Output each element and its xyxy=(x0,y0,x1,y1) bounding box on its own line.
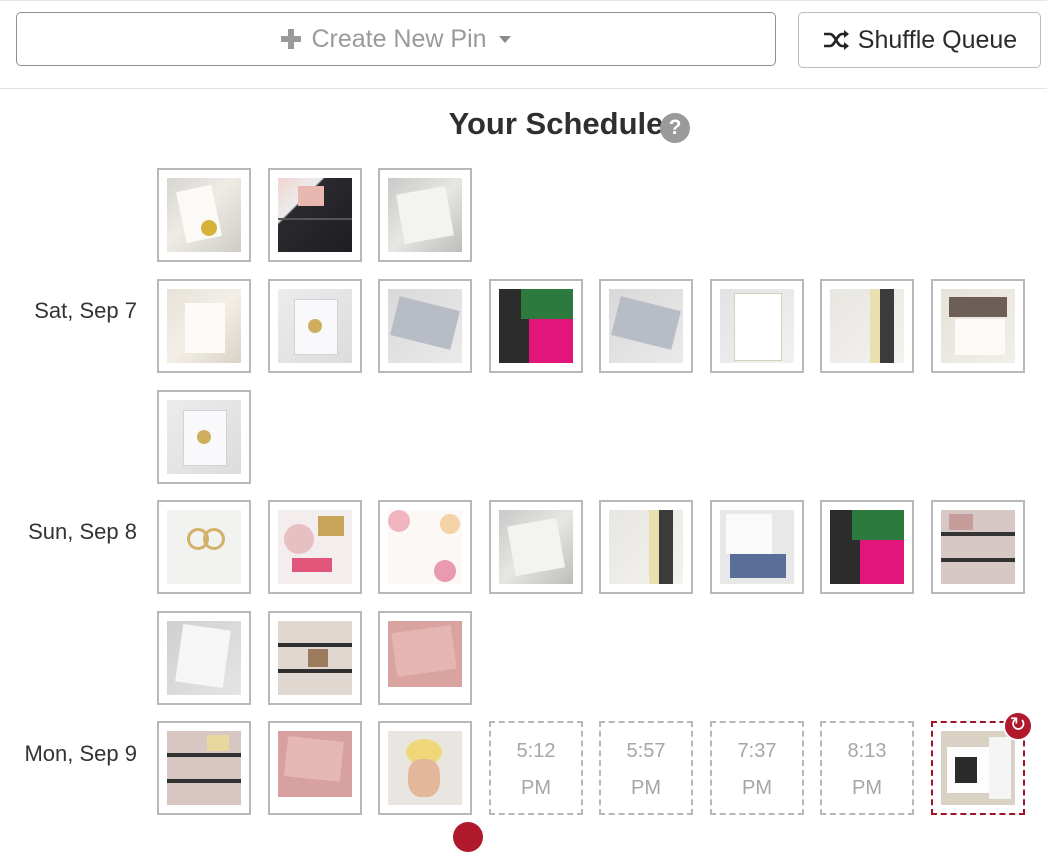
pin-thumbnail[interactable] xyxy=(820,279,914,373)
pin-thumbnail[interactable] xyxy=(157,500,251,594)
pin-thumbnail[interactable] xyxy=(820,500,914,594)
pin-image xyxy=(278,731,352,805)
pin-image xyxy=(167,621,241,695)
pin-image xyxy=(388,510,462,584)
pin-image xyxy=(278,178,352,252)
pin-thumbnail[interactable] xyxy=(599,500,693,594)
slot-meridiem: PM xyxy=(852,777,882,799)
pin-thumbnail[interactable] xyxy=(378,500,472,594)
create-new-pin-button[interactable]: Create New Pin xyxy=(16,12,776,66)
pin-thumbnail[interactable] xyxy=(378,721,472,815)
pin-image xyxy=(941,510,1015,584)
pin-thumbnail[interactable] xyxy=(378,611,472,705)
pin-thumbnail[interactable] xyxy=(157,721,251,815)
pin-thumbnail[interactable] xyxy=(157,168,251,262)
pin-image xyxy=(167,731,241,805)
shuffle-icon xyxy=(823,30,849,50)
pin-thumbnail[interactable] xyxy=(268,721,362,815)
question-circle-icon[interactable]: ? xyxy=(660,113,690,143)
pin-image xyxy=(830,289,904,363)
create-new-pin-label: Create New Pin xyxy=(311,24,487,53)
pin-thumbnail[interactable] xyxy=(378,168,472,262)
shuffle-queue-button[interactable]: Shuffle Queue xyxy=(798,12,1041,68)
pin-thumbnail[interactable] xyxy=(599,279,693,373)
pin-thumbnail[interactable] xyxy=(157,611,251,705)
slot-time: 8:13 xyxy=(847,740,887,762)
day-label-sat-sep-7: Sat, Sep 7 xyxy=(34,298,137,323)
pin-image xyxy=(830,510,904,584)
pin-thumbnail[interactable] xyxy=(489,500,583,594)
pin-image xyxy=(609,510,683,584)
pin-thumbnail[interactable] xyxy=(157,390,251,484)
pin-image xyxy=(167,510,241,584)
shuffle-queue-label: Shuffle Queue xyxy=(857,25,1018,54)
caret-down-icon xyxy=(498,35,511,43)
pin-image xyxy=(388,731,462,805)
slot-meridiem: PM xyxy=(742,777,772,799)
pin-thumbnail[interactable] xyxy=(157,279,251,373)
pin-image xyxy=(941,289,1015,363)
pin-image xyxy=(167,289,241,363)
pin-thumbnail[interactable] xyxy=(931,279,1025,373)
pin-thumbnail[interactable] xyxy=(710,500,804,594)
slot-meridiem: PM xyxy=(521,777,551,799)
pin-image xyxy=(167,400,241,474)
pin-image xyxy=(167,178,241,252)
pin-image xyxy=(388,178,462,252)
pin-thumbnail[interactable] xyxy=(931,500,1025,594)
day-label-mon-sep-9: Mon, Sep 9 xyxy=(24,741,137,766)
top-border xyxy=(0,0,1047,1)
open-time-slot[interactable]: 7:37 PM xyxy=(710,721,804,815)
pin-image xyxy=(499,289,573,363)
day-label-sun-sep-8: Sun, Sep 8 xyxy=(28,519,137,544)
schedule-title: Your Schedule xyxy=(448,106,664,141)
open-time-slot[interactable]: 5:57 PM xyxy=(599,721,693,815)
open-time-slot[interactable]: 5:12 PM xyxy=(489,721,583,815)
sync-icon[interactable] xyxy=(453,822,483,852)
pin-image xyxy=(941,731,1015,805)
open-time-slot[interactable]: 8:13 PM xyxy=(820,721,914,815)
pin-thumbnail[interactable] xyxy=(268,279,362,373)
slot-time: 5:12 xyxy=(516,740,556,762)
pin-thumbnail[interactable] xyxy=(268,168,362,262)
sync-icon[interactable]: ↻ xyxy=(1003,711,1033,741)
slot-time: 7:37 xyxy=(737,740,777,762)
pin-thumbnail[interactable] xyxy=(489,279,583,373)
pin-image xyxy=(499,510,573,584)
pin-image xyxy=(278,621,352,695)
slot-meridiem: PM xyxy=(631,777,661,799)
pin-image xyxy=(388,289,462,363)
pin-thumbnail[interactable] xyxy=(710,279,804,373)
plus-icon xyxy=(281,29,302,49)
pin-image xyxy=(278,289,352,363)
pin-image xyxy=(609,289,683,363)
pin-thumbnail[interactable] xyxy=(378,279,472,373)
slot-time: 5:57 xyxy=(626,740,666,762)
pin-image xyxy=(388,621,462,695)
pin-image xyxy=(720,289,794,363)
header-divider xyxy=(0,88,1047,89)
pin-thumbnail[interactable] xyxy=(268,500,362,594)
pin-image xyxy=(278,510,352,584)
pin-image xyxy=(720,510,794,584)
pin-thumbnail[interactable] xyxy=(268,611,362,705)
